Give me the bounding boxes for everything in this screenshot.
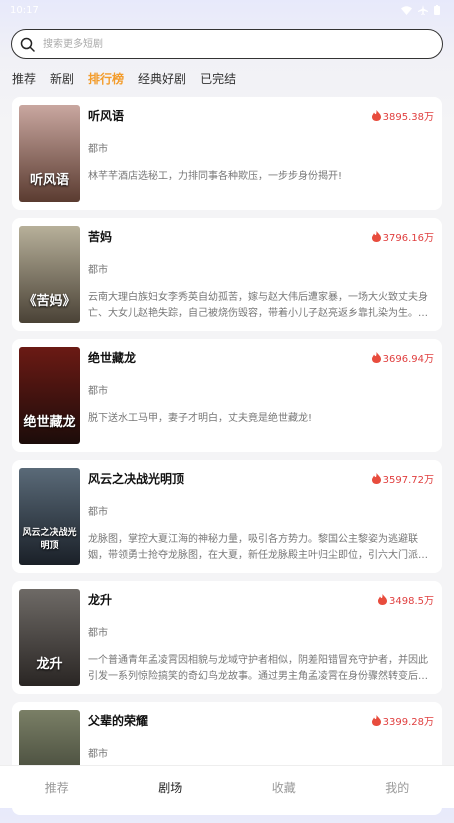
search-input[interactable] [41,38,405,51]
drama-genre: 都市 [88,382,108,397]
drama-title: 龙升 [88,591,112,608]
drama-poster: 绝世藏龙 [19,347,80,444]
tab-3[interactable]: 经典好剧 [138,70,186,87]
heat-value: 3696.94万 [383,350,434,365]
tab-2[interactable]: 排行榜 [88,70,124,87]
drama-card[interactable]: 听风语听风语3895.38万都市林芊芊酒店选秘工，力排同事各种欺压，一步步身份揭… [12,97,442,210]
drama-title: 苦妈 [88,228,112,245]
tab-4[interactable]: 已完结 [200,70,236,87]
flame-icon [372,231,381,242]
flame-icon [372,473,381,484]
poster-title: 风云之决战光明顶 [19,525,80,551]
drama-description: 一个普通青年孟凌霄因相貌与龙域守护者相似，阴差阳错冒充守护者，并因此引发一系列惊… [88,653,432,685]
heat-value: 3498.5万 [389,592,434,607]
drama-genre: 都市 [88,745,108,760]
drama-title: 父辈的荣耀 [88,712,148,729]
drama-genre: 都市 [88,261,108,276]
heat-count: 3498.5万 [378,592,434,607]
battery-icon [434,5,440,15]
wifi-icon [401,6,412,15]
drama-description: 龙脉图，掌控大夏江海的神秘力量，吸引各方势力。黎国公主黎姿为逃避联姻，带领勇士抢… [88,532,432,564]
nav-item-1[interactable]: 剧场 [114,779,228,796]
flame-icon [372,110,381,121]
drama-title: 风云之决战光明顶 [88,470,184,487]
search-bar[interactable] [11,29,443,59]
flame-icon [372,352,381,363]
status-bar: 10:17 [0,0,454,20]
drama-genre: 都市 [88,140,108,155]
airplane-icon [418,5,428,15]
poster-title: 龙升 [19,653,80,672]
heat-count: 3796.16万 [372,229,434,244]
drama-card[interactable]: 绝世藏龙绝世藏龙3696.94万都市脱下送水工马甲，妻子才明白，丈夫竟是绝世藏龙… [12,339,442,452]
nav-item-2[interactable]: 收藏 [227,779,341,796]
drama-title: 听风语 [88,107,124,124]
heat-value: 3895.38万 [383,108,434,123]
tab-0[interactable]: 推荐 [12,70,36,87]
heat-count: 3696.94万 [372,350,434,365]
nav-item-3[interactable]: 我的 [341,779,454,796]
drama-card[interactable]: 龙升龙升3498.5万都市一个普通青年孟凌霄因相貌与龙域守护者相似，阴差阳错冒充… [12,581,442,694]
drama-poster: 龙升 [19,589,80,686]
drama-description: 云南大理白族妇女李秀英自幼孤苦，嫁与赵大伟后遭家暴，一场大火致丈夫身亡、大女儿赵… [88,290,432,322]
search-icon [20,37,35,52]
bottom-nav: 推荐剧场收藏我的 [0,765,454,808]
drama-genre: 都市 [88,503,108,518]
drama-card[interactable]: 《苦妈》 苦妈 3796.16万都市云南大理白族妇女李秀英自幼孤苦，嫁与赵大伟后遭家… [12,218,442,331]
heat-value: 3399.28万 [383,713,434,728]
category-tabs: 推荐新剧排行榜经典好剧已完结 [12,70,250,87]
nav-item-0[interactable]: 推荐 [0,779,114,796]
drama-description: 脱下送水工马甲，妻子才明白，丈夫竟是绝世藏龙! [88,411,432,427]
drama-poster: 《苦妈》 [19,226,80,323]
tab-1[interactable]: 新剧 [50,70,74,87]
drama-description: 林芊芊酒店选秘工，力排同事各种欺压，一步步身份揭开! [88,169,432,185]
heat-count: 3895.38万 [372,108,434,123]
drama-title: 绝世藏龙 [88,349,136,366]
heat-count: 3597.72万 [372,471,434,486]
drama-poster: 风云之决战光明顶 [19,468,80,565]
drama-genre: 都市 [88,624,108,639]
flame-icon [372,715,381,726]
poster-title: 《苦妈》 [19,290,80,309]
status-time: 10:17 [10,5,39,16]
poster-title: 绝世藏龙 [19,411,80,430]
drama-list: 听风语听风语3895.38万都市林芊芊酒店选秘工，力排同事各种欺压，一步步身份揭… [12,97,442,823]
drama-poster: 听风语 [19,105,80,202]
drama-card[interactable]: 风云之决战光明顶风云之决战光明顶3597.72万都市龙脉图，掌控大夏江海的神秘力… [12,460,442,573]
poster-title: 听风语 [19,169,80,188]
heat-value: 3796.16万 [383,229,434,244]
heat-value: 3597.72万 [383,471,434,486]
heat-count: 3399.28万 [372,713,434,728]
flame-icon [378,594,387,605]
